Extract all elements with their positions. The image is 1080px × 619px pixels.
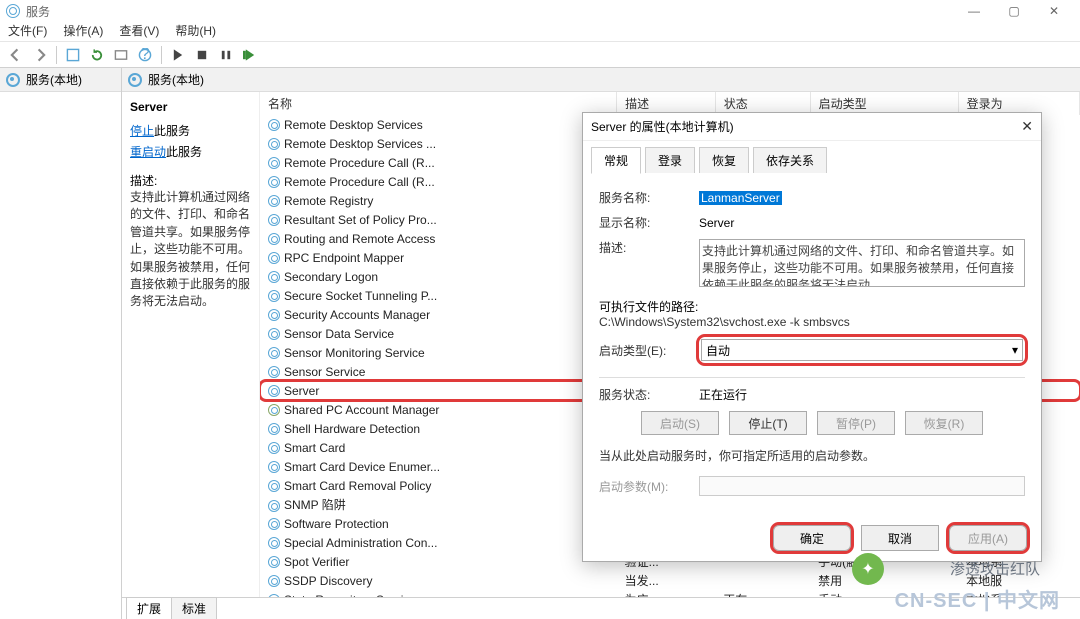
- column-header[interactable]: 名称: [260, 92, 617, 115]
- params-label: 启动参数(M):: [599, 478, 699, 495]
- tree-root-label: 服务(本地): [26, 71, 82, 88]
- dlg-desc-label: 描述:: [599, 239, 699, 256]
- properties-dialog: Server 的属性(本地计算机) ✕ 常规 登录 恢复 依存关系 服务名称: …: [582, 112, 1042, 562]
- service-icon: [268, 404, 280, 416]
- left-panel: 服务(本地): [0, 68, 122, 619]
- dialog-title: Server 的属性(本地计算机): [591, 118, 734, 135]
- params-input: [699, 476, 1025, 496]
- pause-icon[interactable]: [216, 45, 236, 65]
- tab-logon[interactable]: 登录: [645, 147, 695, 173]
- chevron-down-icon: ▾: [1012, 343, 1018, 357]
- start-button: 启动(S): [641, 411, 719, 435]
- svc-name-value: LanmanServer: [699, 191, 782, 205]
- service-icon: [268, 214, 280, 226]
- disp-name-value: Server: [699, 216, 1025, 230]
- service-icon: [268, 461, 280, 473]
- play-icon[interactable]: [168, 45, 188, 65]
- cancel-button[interactable]: 取消: [861, 525, 939, 551]
- tab-general[interactable]: 常规: [591, 147, 641, 174]
- params-hint: 当从此处启动服务时，你可指定所适用的启动参数。: [599, 447, 1025, 464]
- service-icon: [268, 176, 280, 188]
- list-header: 服务(本地): [122, 68, 1080, 92]
- menu-action[interactable]: 操作(A): [63, 22, 103, 41]
- tab-standard[interactable]: 标准: [171, 597, 217, 619]
- service-icon: [268, 480, 280, 492]
- toolbar: ?: [0, 42, 1080, 68]
- services-icon: [6, 4, 20, 18]
- service-icon: [268, 537, 280, 549]
- close-button[interactable]: ✕: [1034, 0, 1074, 22]
- service-icon: [268, 442, 280, 454]
- watermark-big: CN-SEC | 中文网: [895, 584, 1060, 613]
- service-icon: [268, 328, 280, 340]
- desc-label: 描述:: [130, 172, 251, 189]
- service-icon: [268, 423, 280, 435]
- service-icon: [268, 157, 280, 169]
- wechat-icon: ✦: [852, 553, 884, 585]
- resume-button: 恢复(R): [905, 411, 983, 435]
- stop-link[interactable]: 停止: [130, 124, 154, 138]
- pause-button: 暂停(P): [817, 411, 895, 435]
- service-icon: [268, 290, 280, 302]
- svc-name-label: 服务名称:: [599, 189, 699, 206]
- menu-help[interactable]: 帮助(H): [175, 22, 216, 41]
- forward-icon[interactable]: [30, 45, 50, 65]
- export-icon[interactable]: [111, 45, 131, 65]
- svg-text:?: ?: [140, 48, 149, 62]
- service-icon: [268, 195, 280, 207]
- menu-file[interactable]: 文件(F): [8, 22, 47, 41]
- service-icon: [268, 385, 280, 397]
- refresh-icon[interactable]: [87, 45, 107, 65]
- list-header-label: 服务(本地): [148, 71, 204, 88]
- detail-pane: Server 停止此服务 重启动此服务 描述: 支持此计算机通过网络的文件、打印…: [122, 92, 260, 597]
- restart-icon[interactable]: [240, 45, 260, 65]
- path-value: C:\Windows\System32\svchost.exe -k smbsv…: [599, 315, 1025, 329]
- gear-icon: [6, 73, 20, 87]
- tree-root[interactable]: 服务(本地): [0, 68, 121, 92]
- service-icon: [268, 252, 280, 264]
- window-title: 服务: [26, 3, 50, 20]
- service-icon: [268, 500, 280, 512]
- path-label: 可执行文件的路径:: [599, 298, 1025, 315]
- stop-button[interactable]: 停止(T): [729, 411, 807, 435]
- menubar: 文件(F) 操作(A) 查看(V) 帮助(H): [0, 22, 1080, 42]
- apply-button[interactable]: 应用(A): [949, 525, 1027, 551]
- service-icon: [268, 518, 280, 530]
- status-label: 服务状态:: [599, 386, 699, 403]
- service-icon: [268, 233, 280, 245]
- watermark-small: 渗透攻击红队: [950, 558, 1040, 579]
- service-icon: [268, 366, 280, 378]
- back-icon[interactable]: [6, 45, 26, 65]
- gear-icon: [128, 73, 142, 87]
- titlebar: 服务 — ▢ ✕: [0, 0, 1080, 22]
- service-icon: [268, 271, 280, 283]
- status-value: 正在运行: [699, 386, 1025, 403]
- maximize-button[interactable]: ▢: [994, 0, 1034, 22]
- disp-name-label: 显示名称:: [599, 214, 699, 231]
- detail-title: Server: [130, 100, 251, 114]
- restart-link[interactable]: 重启动: [130, 145, 166, 159]
- service-icon: [268, 138, 280, 150]
- tab-extended[interactable]: 扩展: [126, 597, 172, 619]
- dialog-close-icon[interactable]: ✕: [1021, 118, 1033, 135]
- tab-recovery[interactable]: 恢复: [699, 147, 749, 173]
- service-icon: [268, 347, 280, 359]
- stop-icon[interactable]: [192, 45, 212, 65]
- service-icon: [268, 556, 280, 568]
- desc-text: 支持此计算机通过网络的文件、打印、和命名管道共享。如果服务停止，这些功能不可用。…: [130, 189, 251, 311]
- ok-button[interactable]: 确定: [773, 525, 851, 551]
- help-icon[interactable]: ?: [135, 45, 155, 65]
- service-icon: [268, 119, 280, 131]
- menu-view[interactable]: 查看(V): [119, 22, 159, 41]
- dlg-desc-text[interactable]: [699, 239, 1025, 287]
- tab-dependencies[interactable]: 依存关系: [753, 147, 827, 173]
- service-icon: [268, 575, 280, 587]
- startup-type-select[interactable]: 自动▾: [701, 339, 1023, 361]
- minimize-button[interactable]: —: [954, 0, 994, 22]
- startup-label: 启动类型(E):: [599, 342, 699, 359]
- toolbar-btn[interactable]: [63, 45, 83, 65]
- service-icon: [268, 309, 280, 321]
- service-icon: [268, 594, 280, 597]
